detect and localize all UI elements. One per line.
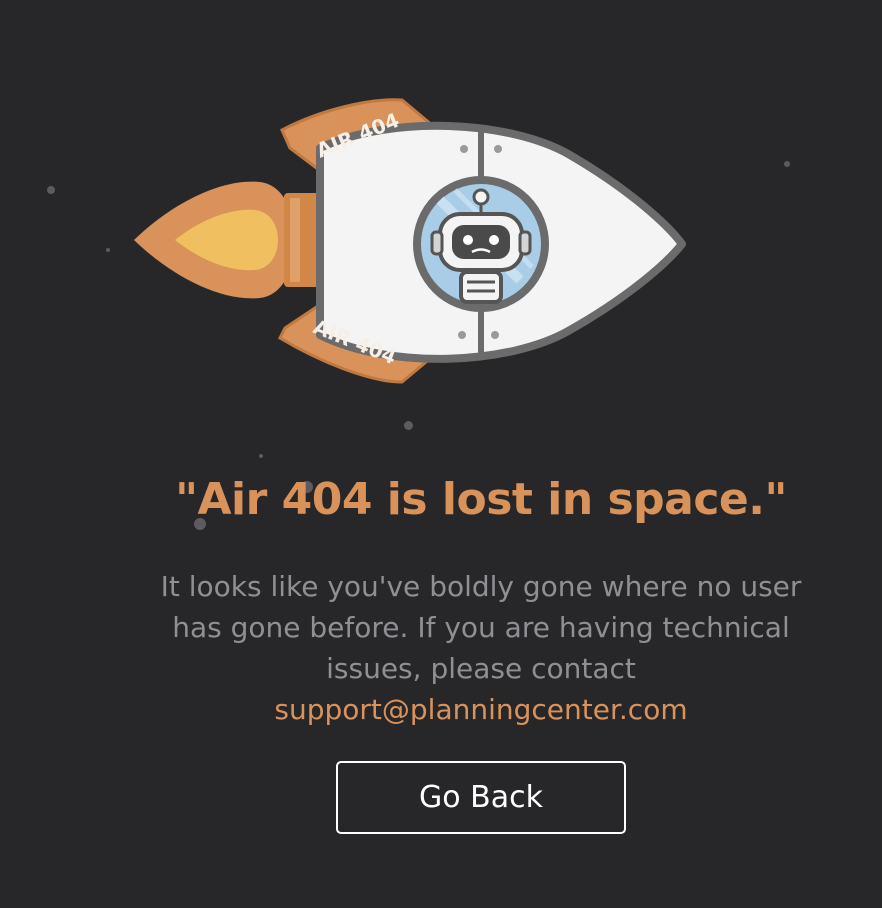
support-email-link[interactable]: support@planningcenter.com [160,689,802,730]
star [404,421,413,430]
star [47,186,55,194]
go-back-button[interactable]: Go Back [336,761,626,834]
star [106,248,110,252]
error-headline: "Air 404 is lost in space." [175,474,787,525]
rocket-illustration: AIR 404 AIR 404 [134,98,686,384]
star [784,161,790,167]
description-text: It looks like you've boldly gone where n… [160,570,802,685]
star [259,454,263,458]
error-description: It looks like you've boldly gone where n… [160,566,802,730]
error-page: AIR 404 AIR 404 "Air 404 is lost in spac… [0,0,882,908]
